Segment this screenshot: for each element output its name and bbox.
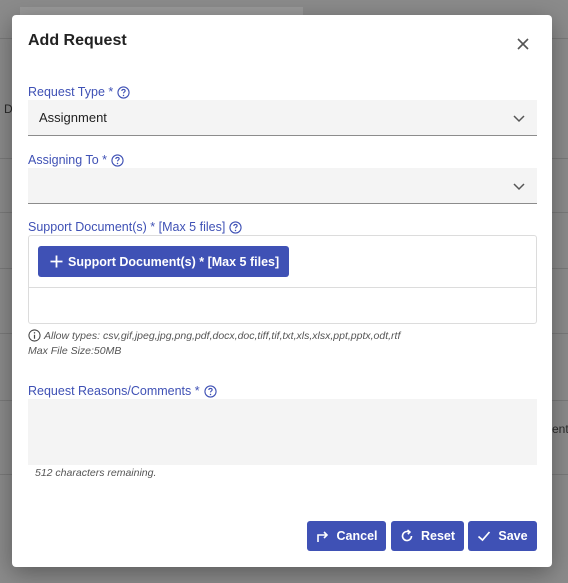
request-type-select[interactable]: Assignment [28,100,537,136]
chevron-down-icon [513,183,525,191]
close-icon [517,38,529,50]
comments-label-text: Request Reasons/Comments * [28,384,200,398]
add-request-dialog: Add Request Request Type * Assignment As… [12,15,552,567]
background-text-right: ent [552,422,568,436]
cancel-button[interactable]: Cancel [307,521,386,551]
help-circle-icon[interactable] [229,220,242,234]
info-icon [28,329,41,342]
request-type-label-text: Request Type * [28,85,114,99]
support-documents-label-text: Support Document(s) * [Max 5 files] [28,220,226,234]
reset-button[interactable]: Reset [391,521,464,551]
save-button-label: Save [498,529,528,543]
add-support-document-label: Support Document(s) * [Max 5 files] [68,254,280,269]
help-circle-icon[interactable] [203,384,217,398]
close-button[interactable] [515,36,531,52]
assigning-to-label-text: Assigning To * [28,153,107,167]
cancel-button-label: Cancel [336,529,378,543]
assigning-to-label: Assigning To * [28,153,124,167]
upload-divider [29,287,536,288]
allowed-types-note: Allow types: csv,gif,jpeg,jpg,png,pdf,do… [28,329,400,342]
chevron-down-icon [513,115,525,123]
max-file-size-text: Max File Size:50MB [28,345,122,357]
check-icon [478,531,491,542]
request-type-value: Assignment [39,110,107,125]
refresh-icon [401,529,413,542]
comments-textarea[interactable] [28,399,537,465]
comments-label: Request Reasons/Comments * [28,384,217,398]
allowed-types-text: Allow types: csv,gif,jpeg,jpg,png,pdf,do… [44,329,401,342]
help-circle-icon[interactable] [117,85,130,99]
save-button[interactable]: Save [468,521,537,551]
help-circle-icon[interactable] [111,153,124,167]
support-documents-label: Support Document(s) * [Max 5 files] [28,220,242,234]
support-documents-upload-area[interactable]: Support Document(s) * [Max 5 files] [28,235,537,324]
request-type-label: Request Type * [28,85,130,99]
redirect-arrow-icon [316,531,328,542]
reset-button-label: Reset [420,529,456,543]
plus-icon [50,255,63,268]
add-support-document-button[interactable]: Support Document(s) * [Max 5 files] [38,246,290,277]
assigning-to-select[interactable] [28,168,537,204]
dialog-title: Add Request [28,32,127,49]
chars-remaining-text: 512 characters remaining. [35,467,157,479]
